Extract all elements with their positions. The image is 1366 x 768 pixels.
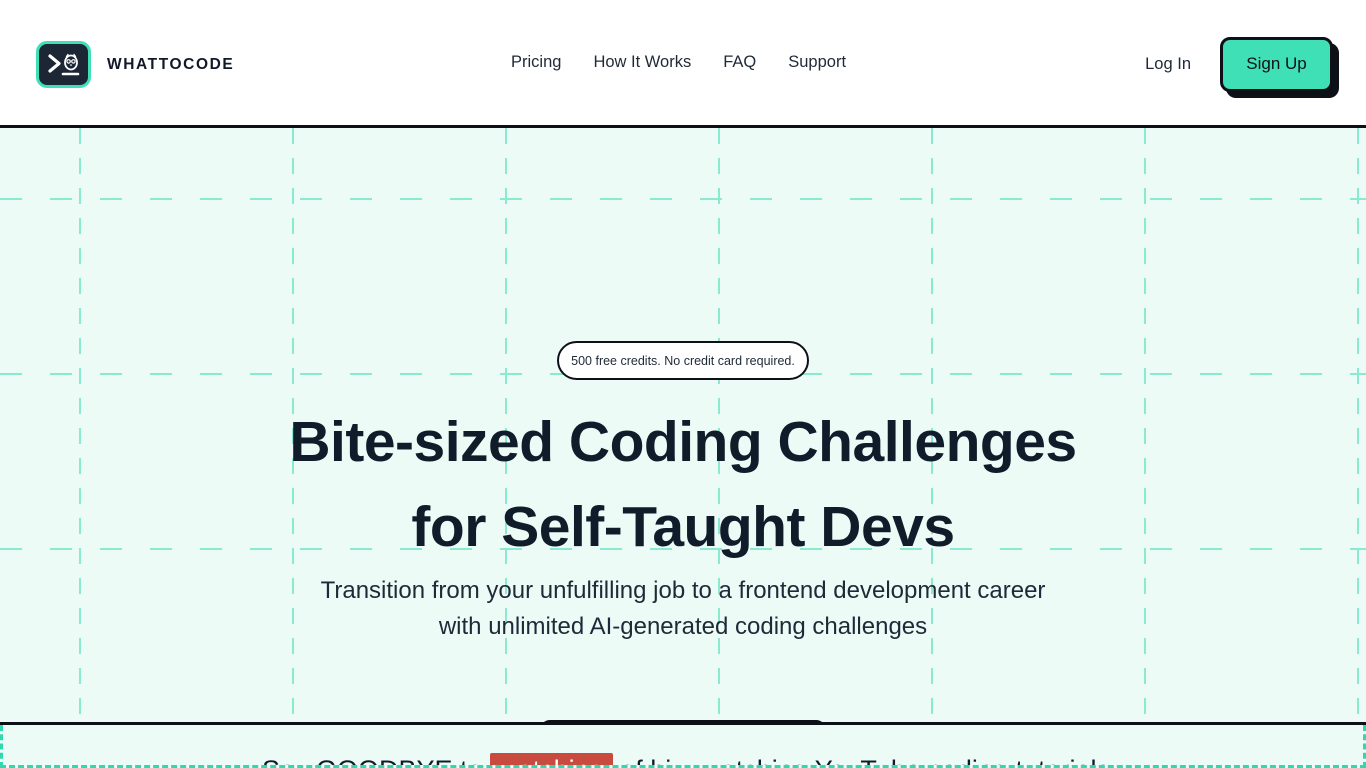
free-credits-badge-label: 500 free credits. No credit card require… bbox=[571, 353, 795, 368]
free-credits-badge: 500 free credits. No credit card require… bbox=[557, 341, 809, 380]
brand-logo[interactable]: WHATTOCODE bbox=[36, 41, 234, 88]
next-section-text-after: of hi... watching YouTube coding tutoria… bbox=[620, 755, 1110, 765]
terminal-owl-icon bbox=[36, 41, 91, 88]
login-link[interactable]: Log In bbox=[1145, 33, 1191, 95]
next-section: Say GOODBYE to watching of hi... watchin… bbox=[0, 725, 1366, 768]
next-section-text-before: Say GOODBYE to bbox=[262, 755, 483, 765]
hero-subtitle: Transition from your unfulfilling job to… bbox=[320, 577, 1046, 640]
headline-line-1: Bite-sized Coding Challenges bbox=[289, 410, 1077, 474]
next-section-highlight: watching bbox=[490, 753, 613, 765]
main-nav: Pricing How It Works FAQ Support bbox=[511, 53, 862, 72]
brand-name: WHATTOCODE bbox=[107, 55, 235, 73]
site-header: WHATTOCODE Pricing How It Works FAQ Supp… bbox=[0, 0, 1366, 128]
next-section-headline: Say GOODBYE to watching of hi... watchin… bbox=[3, 753, 1363, 765]
nav-item-faq[interactable]: FAQ bbox=[707, 53, 772, 72]
signup-button[interactable]: Sign Up bbox=[1220, 36, 1333, 92]
nav-item-support[interactable]: Support bbox=[772, 53, 862, 72]
nav-item-how-it-works[interactable]: How It Works bbox=[577, 53, 707, 72]
hero-section: 500 free credits. No credit card require… bbox=[0, 128, 1366, 725]
headline-line-2: for Self-Taught Devs bbox=[411, 495, 955, 559]
auth-actions: Log In Sign Up bbox=[1145, 33, 1333, 95]
nav-item-pricing[interactable]: Pricing bbox=[511, 53, 577, 72]
page-title: Bite-sized Coding Challenges for Self-Ta… bbox=[0, 400, 1366, 570]
